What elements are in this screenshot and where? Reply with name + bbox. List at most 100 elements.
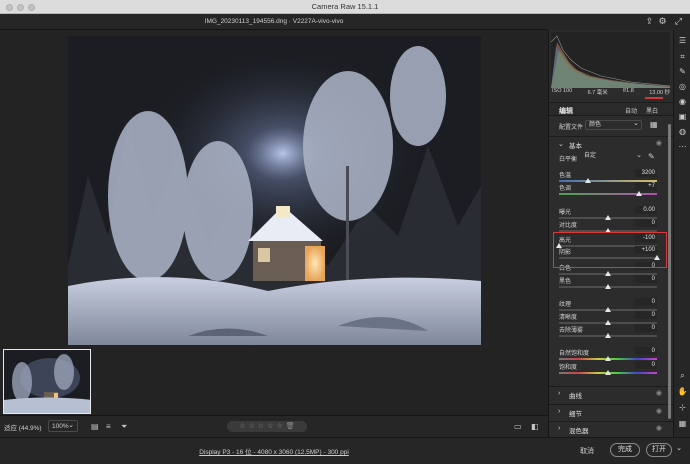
slider-blacks[interactable]: 黑色 0 xyxy=(559,275,657,294)
slider-tint-value[interactable]: +7 xyxy=(635,182,657,190)
slider-temp-label: 色温 xyxy=(559,173,572,179)
auto-button[interactable]: 自动 xyxy=(625,106,637,115)
slider-contrast-label: 对比度 xyxy=(559,223,578,229)
star-icon[interactable]: ☆ xyxy=(249,421,255,432)
section-curve-title: 曲线 xyxy=(569,393,582,400)
file-name: IMG_20230113_194556.dng · V2227A-vivo-vi… xyxy=(204,18,344,25)
visibility-eye-icon[interactable]: ◉ xyxy=(656,389,662,397)
star-icon[interactable]: ☆ xyxy=(239,421,245,432)
open-options-chevron-icon[interactable]: ⌄ xyxy=(673,443,685,457)
slider-vibrance-value[interactable]: 0 xyxy=(635,347,657,355)
section-color-mixer[interactable]: › 混色器 ◉ xyxy=(549,421,674,435)
star-icon[interactable]: ☆ xyxy=(276,421,282,432)
crop-icon[interactable]: ⌗ xyxy=(677,51,688,62)
slider-dehaze[interactable]: 去除薄雾 0 xyxy=(559,324,657,343)
toggle-sampler-icon[interactable]: ⊹ xyxy=(677,402,688,413)
slider-temp-value[interactable]: 3200 xyxy=(635,169,657,177)
section-detail-title: 细节 xyxy=(569,411,582,418)
done-button[interactable]: 完成 xyxy=(610,443,640,457)
slider-saturation-label: 饱和度 xyxy=(559,365,578,371)
toggle-grid-icon[interactable]: ▦ xyxy=(677,418,688,429)
slider-dehaze-label: 去除薄雾 xyxy=(559,328,584,334)
slider-vibrance-label: 自然饱和度 xyxy=(559,351,590,357)
chevron-right-icon: › xyxy=(558,390,561,397)
cancel-button[interactable]: 取消 xyxy=(580,446,594,456)
fit-zoom-label[interactable]: 适应 (44.9%) xyxy=(4,422,42,432)
section-basic[interactable]: ⌄ 基本 ◉ xyxy=(549,136,674,150)
slider-dehaze-thumb[interactable] xyxy=(605,333,611,338)
red-eye-icon[interactable]: ◉ xyxy=(677,96,688,107)
section-detail[interactable]: › 细节 ◉ xyxy=(549,404,674,418)
footer-bar: Display P3 - 16 位 - 4080 x 3060 (12.5MP)… xyxy=(0,437,690,464)
slider-tint-thumb[interactable] xyxy=(636,191,643,196)
panel-scrollbar[interactable] xyxy=(668,124,671,419)
fullscreen-icon[interactable]: ⤢ xyxy=(673,16,684,27)
visibility-eye-icon[interactable]: ◉ xyxy=(656,424,662,432)
focal-length-value: 6.7 毫米 xyxy=(587,90,608,96)
section-basic-title: 基本 xyxy=(569,143,582,150)
aperture-value: f/1.8 xyxy=(623,88,634,94)
slider-dehaze-value[interactable]: 0 xyxy=(635,324,657,332)
slider-contrast-value[interactable]: 0 xyxy=(635,219,657,227)
healing-brush-icon[interactable]: ✎ xyxy=(677,66,688,77)
edit-tool-icon[interactable]: ☰ xyxy=(677,35,688,46)
snapshots-icon[interactable]: ▣ xyxy=(677,111,688,122)
slider-saturation-value[interactable]: 0 xyxy=(635,361,657,369)
presets-icon[interactable]: ◍ xyxy=(677,126,688,137)
save-icon[interactable]: ⇪ xyxy=(644,16,655,27)
slider-texture-value[interactable]: 0 xyxy=(635,298,657,306)
top-right-icons: ⇪ ⚙ ⤢ xyxy=(548,14,690,30)
slider-clarity-value[interactable]: 0 xyxy=(635,311,657,319)
section-color-mixer-title: 混色器 xyxy=(569,428,589,435)
mask-icon[interactable]: ◎ xyxy=(677,81,688,92)
visibility-eye-icon[interactable]: ◉ xyxy=(656,139,662,147)
main-photo xyxy=(68,36,481,345)
iso-value: ISO 100 xyxy=(552,88,573,94)
edit-title: 编辑 xyxy=(559,108,573,115)
slider-tint[interactable]: 色调 +7 xyxy=(559,182,657,201)
filmstrip-view-icon[interactable]: ▤ xyxy=(91,422,99,431)
filter-icon[interactable]: ⏷ xyxy=(121,422,127,431)
rating-stars[interactable]: ☆ ☆ ☆ ☆ ☆ 🗑 xyxy=(227,421,307,432)
hand-tool-icon[interactable]: ✋ xyxy=(677,386,688,397)
profile-label: 配置文件 xyxy=(559,125,584,131)
compare-icon[interactable]: ▭ xyxy=(514,422,522,431)
section-curve[interactable]: › 曲线 ◉ xyxy=(549,386,674,400)
chevron-down-icon: ⌄ xyxy=(558,141,564,148)
star-icon[interactable]: ☆ xyxy=(267,421,273,432)
edit-header: 编辑 自动 黑白 xyxy=(549,102,674,116)
slider-vibrance-thumb[interactable] xyxy=(605,356,611,361)
workflow-options-link[interactable]: Display P3 - 16 位 - 4080 x 3060 (12.5MP)… xyxy=(0,446,548,456)
white-balance-dropdown[interactable]: 自定 xyxy=(582,151,644,162)
file-info-bar: IMG_20230113_194556.dng · V2227A-vivo-vi… xyxy=(0,14,548,30)
filmstrip-thumbnail[interactable] xyxy=(3,349,91,414)
star-icon[interactable]: ☆ xyxy=(258,421,264,432)
tool-strip: ☰ ⌗ ✎ ◎ ◉ ▣ ◍ ⋯ ⌕ ✋ ⊹ ▦ xyxy=(673,30,690,437)
zoom-dropdown[interactable]: 100% xyxy=(48,420,78,432)
profile-browser-icon[interactable]: ▦ xyxy=(650,120,658,129)
chevron-right-icon: › xyxy=(558,425,561,432)
gear-icon[interactable]: ⚙ xyxy=(657,16,668,27)
slider-saturation-thumb[interactable] xyxy=(605,370,611,375)
slider-saturation[interactable]: 饱和度 0 xyxy=(559,361,657,380)
histogram xyxy=(550,32,671,88)
slider-blacks-thumb[interactable] xyxy=(605,284,611,289)
eyedropper-icon[interactable]: ✎ xyxy=(648,152,655,161)
black-white-button[interactable]: 黑白 xyxy=(646,106,658,115)
sort-icon[interactable]: ≡ xyxy=(106,422,111,431)
visibility-eye-icon[interactable]: ◉ xyxy=(656,407,662,415)
trash-icon[interactable]: 🗑 xyxy=(286,421,295,432)
before-after-icon[interactable]: ◧ xyxy=(531,422,539,431)
slider-tint-label: 色调 xyxy=(559,186,572,192)
window-title: Camera Raw 15.1.1 xyxy=(311,2,379,11)
chevron-right-icon: › xyxy=(558,408,561,415)
slider-exposure-label: 曝光 xyxy=(559,210,572,216)
more-icon[interactable]: ⋯ xyxy=(677,141,688,152)
open-button[interactable]: 打开 xyxy=(646,443,672,457)
window-titlebar: Camera Raw 15.1.1 xyxy=(0,0,690,14)
slider-texture-label: 纹理 xyxy=(559,302,572,308)
zoom-tool-icon[interactable]: ⌕ xyxy=(677,370,688,381)
slider-exposure-value[interactable]: 0.00 xyxy=(635,206,657,214)
slider-blacks-value[interactable]: 0 xyxy=(635,275,657,283)
profile-dropdown[interactable]: 颜色 xyxy=(585,120,642,130)
